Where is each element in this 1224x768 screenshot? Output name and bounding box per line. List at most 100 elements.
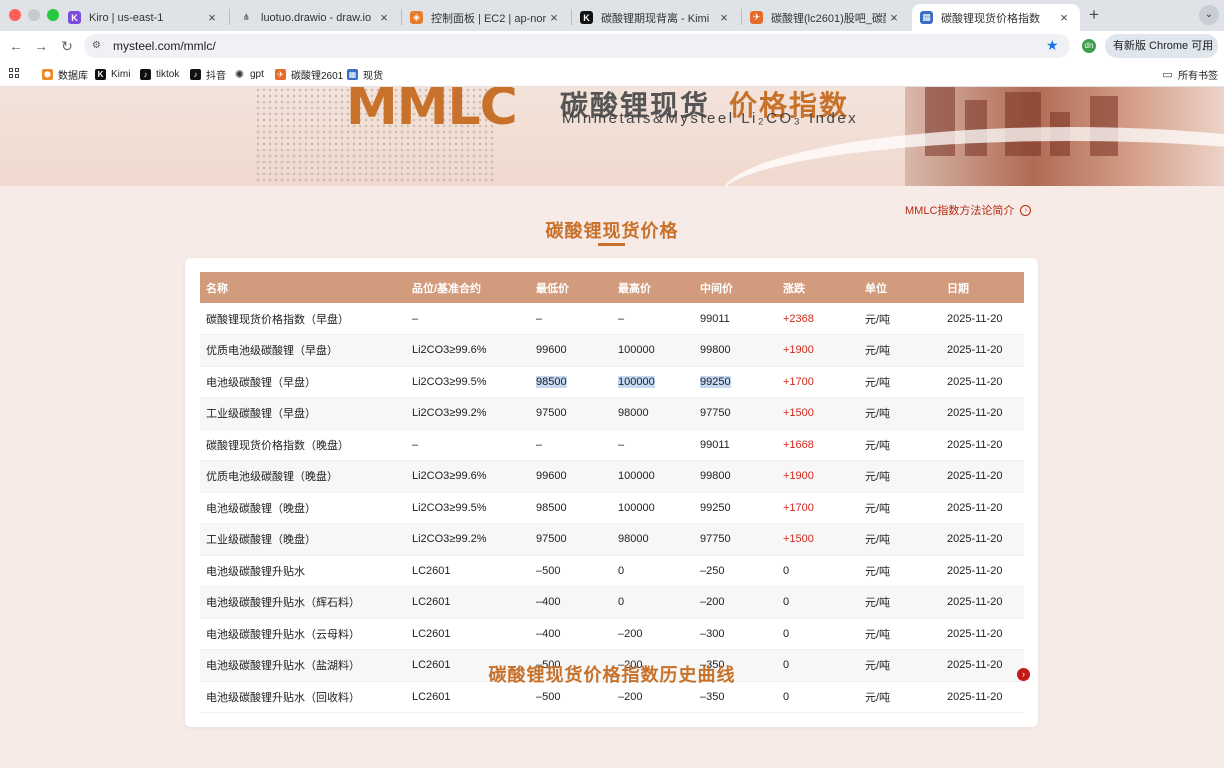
cell-unit: 元/吨	[859, 303, 941, 335]
bookmark-star-icon[interactable]: ★	[1046, 37, 1059, 54]
chrome-update-button[interactable]: 有新版 Chrome 可用 ⋮	[1105, 34, 1218, 58]
tab-title: Kiro | us-east-1	[89, 11, 164, 24]
mmlc-banner: MMLC 碳酸锂现货 价格指数 Minmetals&Mysteel Li₂CO₃…	[0, 87, 1224, 186]
bookmark-spot[interactable]: ▦ 现货	[347, 67, 383, 82]
cell-grade: LC2601	[406, 555, 530, 587]
cell-change: +1500	[777, 523, 859, 556]
cell-change: 0	[777, 618, 859, 650]
cell-unit: 元/吨	[859, 586, 941, 619]
bookmark-label: 现货	[363, 70, 383, 82]
methodology-link[interactable]: MMLC指数方法论简介 ›	[905, 202, 1032, 218]
cell-mid: 97750	[694, 523, 777, 556]
bookmark-label: 数据库	[58, 70, 88, 82]
more-menu-icon[interactable]: ⋮	[1199, 34, 1210, 58]
cell-high: 100000	[612, 366, 694, 398]
cell-mid: 99800	[694, 460, 777, 493]
banner-subtitle: Minmetals&Mysteel Li₂CO₃ Index	[562, 110, 859, 127]
kimi-icon: K	[95, 68, 106, 80]
cell-unit: 元/吨	[859, 366, 941, 398]
cell-date: 2025-11-20	[941, 334, 1024, 367]
cell-name: 工业级碳酸锂（晚盘）	[200, 523, 406, 556]
url-text[interactable]: mysteel.com/mmlc/	[113, 39, 216, 53]
close-tab-icon[interactable]: ×	[1056, 10, 1072, 25]
new-tab-button[interactable]: +	[1086, 6, 1102, 24]
back-icon[interactable]: ←	[7, 37, 25, 55]
cell-high: 100000	[612, 492, 694, 524]
bookmark-gpt[interactable]: ✺ gpt	[234, 67, 264, 81]
openai-icon: ✺	[234, 68, 245, 81]
address-bar[interactable]: ⚙ mysteel.com/mmlc/ ★	[84, 34, 1070, 58]
col-header-mid: 中间价	[694, 272, 777, 303]
bookmark-tiktok[interactable]: ♪ tiktok	[140, 67, 179, 81]
cell-unit: 元/吨	[859, 555, 941, 587]
bookmark-kimi[interactable]: K Kimi	[95, 67, 130, 81]
bookmark-douyin[interactable]: ♪ 抖音	[190, 67, 226, 82]
cell-name: 电池级碳酸锂（早盘）	[200, 366, 406, 398]
col-header-high: 最高价	[612, 272, 694, 303]
cell-date: 2025-11-20	[941, 586, 1024, 619]
reload-icon[interactable]: ↻	[58, 37, 76, 55]
col-header-low: 最低价	[530, 272, 612, 303]
maximize-window-button[interactable]	[47, 9, 59, 21]
cell-low: 98500	[530, 366, 612, 398]
table-header-row: 名称 品位/基准合约 最低价 最高价 中间价 涨跌 单位 日期	[200, 272, 1024, 303]
cell-change: +1700	[777, 366, 859, 398]
tab-title: 碳酸锂现货价格指数	[941, 12, 1040, 25]
cell-date: 2025-11-20	[941, 555, 1024, 587]
tab-title: 碳酸锂期现背离 - Kimi	[601, 12, 710, 25]
banner-wave-decoration	[720, 127, 1224, 186]
apps-grid-icon[interactable]	[9, 68, 20, 79]
cell-high: –	[612, 429, 694, 461]
bookmark-label: 碳酸锂2601	[291, 70, 344, 82]
cell-low: 97500	[530, 523, 612, 556]
tab-guba[interactable]: ✈ 碳酸锂(lc2601)股吧_碳酸锂怎么样 ×	[742, 4, 910, 31]
price-table: 名称 品位/基准合约 最低价 最高价 中间价 涨跌 单位 日期 碳酸锂现货价格指…	[200, 272, 1024, 713]
table-row: 优质电池级碳酸锂（早盘） Li2CO3≥99.6% 99600 100000 9…	[200, 334, 1024, 367]
forward-icon[interactable]: →	[32, 37, 50, 55]
bookmark-lc2601[interactable]: ✈ 碳酸锂2601	[275, 67, 344, 82]
close-tab-icon[interactable]: ×	[546, 10, 562, 25]
cell-grade: Li2CO3≥99.5%	[406, 366, 530, 398]
page-content: MMLC 碳酸锂现货 价格指数 Minmetals&Mysteel Li₂CO₃…	[0, 87, 1224, 768]
col-header-date: 日期	[941, 272, 1024, 303]
close-tab-icon[interactable]: ×	[204, 10, 220, 25]
close-window-button[interactable]	[9, 9, 21, 21]
cell-low: 99600	[530, 460, 612, 493]
cell-unit: 元/吨	[859, 397, 941, 430]
col-header-name: 名称	[200, 272, 406, 303]
cell-low: –400	[530, 586, 612, 619]
cell-mid: 99800	[694, 334, 777, 367]
tab-drawio[interactable]: ⋔ luotuo.drawio - draw.io ×	[232, 4, 400, 31]
cell-change: 0	[777, 555, 859, 587]
cell-grade: Li2CO3≥99.6%	[406, 334, 530, 367]
cell-high: 0	[612, 586, 694, 619]
profile-avatar[interactable]: dn	[1082, 39, 1096, 53]
cell-mid: –300	[694, 618, 777, 650]
douyin-icon: ♪	[190, 68, 201, 80]
col-header-change: 涨跌	[777, 272, 859, 303]
cell-grade: LC2601	[406, 586, 530, 619]
minimize-window-button[interactable]	[28, 9, 40, 21]
cell-name: 电池级碳酸锂升贴水（云母料）	[200, 618, 406, 650]
tab-kimi[interactable]: K 碳酸锂期现背离 - Kimi ×	[572, 4, 740, 31]
bookmark-database[interactable]: ⬢ 数据库	[42, 67, 88, 82]
tab-mysteel-active[interactable]: ▦ 碳酸锂现货价格指数 ×	[912, 4, 1080, 31]
close-tab-icon[interactable]: ×	[716, 10, 732, 25]
close-tab-icon[interactable]: ×	[376, 10, 392, 25]
arrow-right-icon[interactable]: ›	[1017, 668, 1030, 681]
section-title: 碳酸锂现货价格	[545, 221, 679, 241]
site-info-icon[interactable]: ⚙	[92, 40, 104, 52]
cell-mid: –250	[694, 555, 777, 587]
cell-date: 2025-11-20	[941, 303, 1024, 335]
tab-search-icon[interactable]: ⌄	[1199, 5, 1219, 25]
cell-name: 优质电池级碳酸锂（早盘）	[200, 334, 406, 367]
tab-aws-ec2[interactable]: ◈ 控制面板 | EC2 | ap-northeast-1 ×	[402, 4, 570, 31]
cell-name: 碳酸锂现货价格指数（晚盘）	[200, 429, 406, 461]
cell-date: 2025-11-20	[941, 397, 1024, 430]
banner-logo: MMLC	[346, 87, 518, 137]
mysteel-icon: ▦	[920, 11, 933, 24]
close-tab-icon[interactable]: ×	[886, 10, 902, 25]
all-bookmarks[interactable]: ▭ 所有书签	[1162, 67, 1218, 82]
bookmark-label: 抖音	[206, 70, 226, 82]
tab-kiro[interactable]: K Kiro | us-east-1 ×	[60, 4, 228, 31]
